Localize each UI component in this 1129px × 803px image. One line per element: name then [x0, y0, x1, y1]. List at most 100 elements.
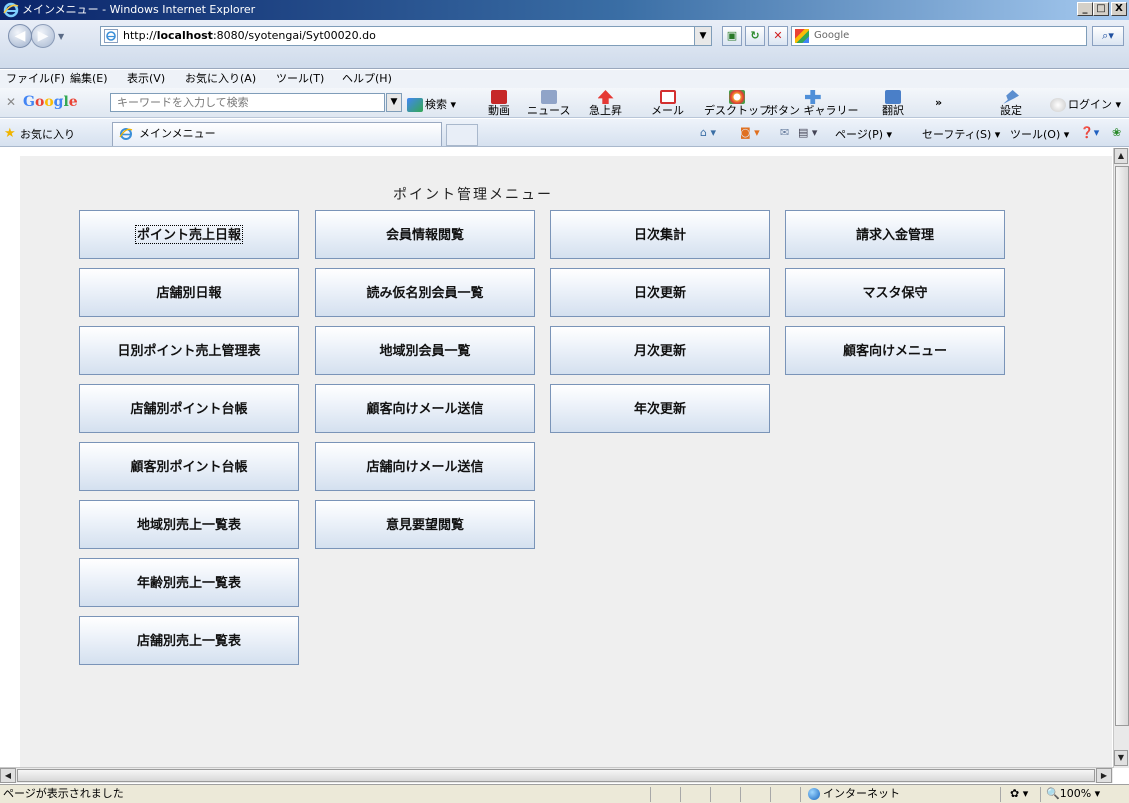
research-icon[interactable]: ❀ [1112, 126, 1121, 139]
google-search-dropdown-icon[interactable]: ▼ [386, 93, 402, 112]
store-point-ledger-button[interactable]: 店舗別ポイント台帳 [79, 384, 299, 433]
feedback-view-button[interactable]: 意見要望閲覧 [315, 500, 535, 549]
button-gallery-button[interactable]: ボタン ギャラリー [767, 90, 859, 117]
menu-button-label: 店舗別日報 [156, 285, 222, 300]
url-path: :8080/syotengai/Syt00020.do [212, 29, 376, 42]
more-button[interactable]: » [935, 96, 942, 109]
url-prefix: http:// [123, 29, 157, 42]
horizontal-scroll-thumb[interactable] [17, 769, 1095, 782]
trending-button[interactable]: 急上昇 [589, 90, 622, 117]
daily-point-sales-table-button[interactable]: 日別ポイント売上管理表 [79, 326, 299, 375]
scroll-left-icon[interactable]: ◀ [0, 768, 16, 783]
zoom-level[interactable]: 🔍100% ▾ [1046, 785, 1100, 803]
kana-member-list-button[interactable]: 読み仮名別会員一覧 [315, 268, 535, 317]
feeds-icon[interactable]: ◙ ▾ [740, 126, 760, 139]
region-sales-list-button[interactable]: 地域別売上一覧表 [79, 500, 299, 549]
stop-icon[interactable]: ✕ [768, 26, 788, 46]
news-label: ニュース [527, 104, 571, 117]
google-search-button[interactable]: 検索 ▾ [407, 96, 456, 112]
age-sales-list-button[interactable]: 年齢別売上一覧表 [79, 558, 299, 607]
address-input[interactable]: http://localhost:8080/syotengai/Syt00020… [100, 26, 712, 46]
forward-button[interactable]: ▶ [31, 24, 55, 48]
read-mail-icon[interactable]: ✉ [780, 126, 789, 139]
favorites-button[interactable]: お気に入り [20, 126, 75, 142]
scroll-right-icon[interactable]: ▶ [1096, 768, 1112, 783]
billing-payment-button[interactable]: 請求入金管理 [785, 210, 1005, 259]
tab-ie-icon [119, 128, 133, 140]
toolbar-close-icon[interactable]: ✕ [6, 95, 16, 109]
news-button[interactable]: ニュース [527, 90, 570, 117]
store-sales-list-button[interactable]: 店舗別売上一覧表 [79, 616, 299, 665]
print-icon[interactable]: ▤ ▾ [798, 126, 817, 139]
page-menu[interactable]: ページ(P) ▾ [835, 126, 892, 142]
vertical-scroll-thumb[interactable] [1115, 166, 1129, 726]
google-toolbar: ✕ Google キーワードを入力して検索 ▼ 検索 ▾ 動画 ニュース 急上昇… [0, 88, 1129, 118]
menu-tools[interactable]: ツール(T) [276, 70, 324, 88]
google-icon [795, 29, 809, 43]
google-search-input[interactable]: キーワードを入力して検索 [110, 93, 385, 112]
translate-button[interactable]: 翻訳 [882, 90, 904, 117]
status-divider [800, 787, 801, 802]
yearly-update-button[interactable]: 年次更新 [550, 384, 770, 433]
recent-pages-dropdown-icon[interactable]: ▼ [58, 32, 64, 41]
status-divider [770, 787, 771, 802]
status-divider [740, 787, 741, 802]
login-button[interactable]: ログイン ▾ [1050, 96, 1121, 112]
menu-view[interactable]: 表示(V) [127, 70, 165, 88]
back-button[interactable]: ◀ [8, 24, 32, 48]
store-mail-send-button[interactable]: 店舗向けメール送信 [315, 442, 535, 491]
master-maintenance-button[interactable]: マスタ保守 [785, 268, 1005, 317]
scroll-up-icon[interactable]: ▲ [1114, 148, 1128, 164]
settings-button[interactable]: 設定 [1000, 90, 1022, 117]
maximize-button[interactable]: □ [1093, 2, 1109, 16]
monthly-update-button[interactable]: 月次更新 [550, 326, 770, 375]
help-icon[interactable]: ❓▾ [1080, 126, 1099, 139]
video-button[interactable]: 動画 [488, 90, 510, 117]
menu-button-label: 店舗向けメール送信 [366, 459, 484, 474]
vertical-scrollbar[interactable]: ▲ ▼ [1113, 148, 1129, 768]
member-info-view-button[interactable]: 会員情報閲覧 [315, 210, 535, 259]
tab-main-menu[interactable]: メインメニュー [112, 122, 442, 146]
close-button[interactable]: X [1111, 2, 1127, 16]
menu-edit[interactable]: 編集(E) [70, 70, 108, 88]
new-tab-button[interactable] [446, 124, 478, 146]
region-member-list-button[interactable]: 地域別会員一覧 [315, 326, 535, 375]
menu-file[interactable]: ファイル(F) [6, 70, 65, 88]
address-dropdown-icon[interactable]: ▼ [694, 26, 712, 46]
menu-button-label: 顧客向けメニュー [842, 343, 947, 358]
safety-menu[interactable]: セーフティ(S) ▾ [922, 126, 1000, 142]
trending-up-icon [597, 90, 614, 104]
point-sales-daily-button[interactable]: ポイント売上日報 [79, 210, 299, 259]
menu-button-label: 会員情報閲覧 [385, 227, 464, 242]
customer-mail-send-button[interactable]: 顧客向けメール送信 [315, 384, 535, 433]
search-go-icon[interactable]: ⌕▾ [1092, 26, 1124, 46]
menu-button-label: 年次更新 [633, 401, 686, 416]
horizontal-scrollbar[interactable]: ◀ ▶ [0, 767, 1113, 783]
customer-menu-button[interactable]: 顧客向けメニュー [785, 326, 1005, 375]
desktop-icon [729, 90, 745, 104]
tools-menu[interactable]: ツール(O) ▾ [1010, 126, 1069, 142]
window-title-bar[interactable]: メインメニュー - Windows Internet Explorer _ □ … [0, 0, 1129, 20]
store-daily-button[interactable]: 店舗別日報 [79, 268, 299, 317]
home-icon[interactable]: ⌂ ▾ [700, 126, 716, 139]
desktop-button[interactable]: デスクトップ [704, 90, 770, 117]
protected-mode-icon[interactable]: ✿ ▾ [1010, 785, 1028, 803]
menu-favorites[interactable]: お気に入り(A) [185, 70, 256, 88]
minimize-button[interactable]: _ [1077, 2, 1093, 16]
compatibility-view-icon[interactable]: ▣ [722, 26, 742, 46]
desktop-label: デスクトップ [704, 104, 770, 117]
ie-logo-icon [3, 2, 19, 18]
security-zone[interactable]: インターネット [808, 785, 900, 803]
menu-page: ポイント管理メニュー ポイント売上日報 店舗別日報 日別ポイント売上管理表 店舗別ポイ… [20, 156, 1112, 768]
wrench-icon [1003, 90, 1019, 104]
customer-point-ledger-button[interactable]: 顧客別ポイント台帳 [79, 442, 299, 491]
menu-help[interactable]: ヘルプ(H) [342, 70, 392, 88]
mail-button[interactable]: メール [651, 90, 684, 117]
refresh-icon[interactable]: ↻ [745, 26, 765, 46]
search-engine-input[interactable]: Google [791, 26, 1087, 46]
scroll-down-icon[interactable]: ▼ [1114, 750, 1128, 766]
daily-aggregation-button[interactable]: 日次集計 [550, 210, 770, 259]
status-bar: ページが表示されました インターネット ✿ ▾ 🔍100% ▾ [0, 784, 1129, 803]
favorites-star-icon[interactable]: ★ [4, 126, 16, 141]
daily-update-button[interactable]: 日次更新 [550, 268, 770, 317]
